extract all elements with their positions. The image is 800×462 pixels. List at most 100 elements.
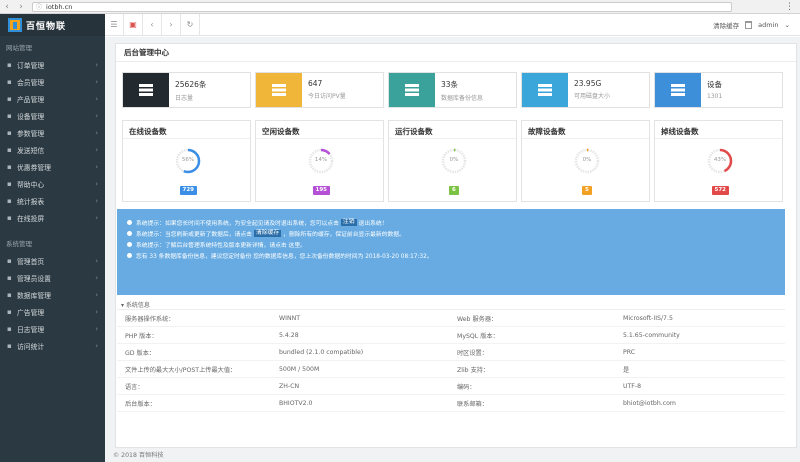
info-key: 后台版本： bbox=[125, 400, 156, 408]
sidebar-item[interactable]: ▪ 管理员设置 › bbox=[0, 269, 105, 286]
sidebar-item[interactable]: ▪ 在线投屏 › bbox=[0, 209, 105, 226]
chevron-right-icon: › bbox=[95, 94, 98, 103]
forward-icon[interactable]: › bbox=[14, 0, 28, 14]
chevron-right-icon: › bbox=[95, 213, 98, 222]
stat-label: 今日访问PV量 bbox=[308, 93, 346, 100]
sidebar-item[interactable]: ▪ 数据库管理 › bbox=[0, 286, 105, 303]
help-icon: ▪ bbox=[7, 179, 12, 188]
logout-link[interactable]: 注销 bbox=[340, 219, 357, 226]
sidebar-item[interactable]: ▪ 统计报表 › bbox=[0, 192, 105, 209]
refresh-icon[interactable]: ↻ bbox=[181, 20, 199, 29]
info-key: 文件上传的最大大小/POST上传最大值： bbox=[125, 366, 237, 374]
sidebar-item[interactable]: ▪ 访问统计 › bbox=[0, 337, 105, 354]
trash-icon[interactable] bbox=[745, 20, 753, 29]
bar-chart-icon bbox=[256, 73, 302, 107]
info-key: 时区设置： bbox=[457, 349, 488, 357]
info-key: MySQL 版本： bbox=[457, 332, 499, 340]
clear-cache-button[interactable]: 清除缓存 bbox=[253, 230, 282, 237]
device-card-title: 运行设备数 bbox=[389, 121, 516, 139]
chevron-right-icon: › bbox=[95, 196, 98, 205]
next-tab-icon[interactable]: › bbox=[162, 20, 180, 29]
sidebar-item[interactable]: ▪ 产品管理 › bbox=[0, 90, 105, 107]
sidebar-item[interactable]: ▪ 订单管理 › bbox=[0, 56, 105, 73]
notification-icon[interactable]: ▣ bbox=[124, 20, 142, 29]
sidebar-item-label: 帮助中心 bbox=[17, 180, 45, 189]
notice-line: 系统提示：当您刷新或更新了数据后，请点击 清除缓存 ，删除所有的缓存，保证前台显… bbox=[127, 228, 785, 239]
sidebar-item[interactable]: ▪ 帮助中心 › bbox=[0, 175, 105, 192]
sidebar-item-label: 订单管理 bbox=[17, 61, 45, 70]
device-count-badge: 5 bbox=[582, 186, 592, 195]
menu-toggle-icon[interactable]: ☰ bbox=[105, 20, 123, 29]
chevron-right-icon: › bbox=[95, 179, 98, 188]
chevron-right-icon: › bbox=[95, 145, 98, 154]
log-icon: ▪ bbox=[7, 324, 12, 333]
info-value: 是 bbox=[623, 366, 630, 374]
footer: © 2018 百恒科技 bbox=[105, 450, 800, 462]
stat-value: 23.95G bbox=[574, 79, 602, 88]
list-icon: ▪ bbox=[7, 60, 12, 69]
device-card-title: 空闲设备数 bbox=[256, 121, 383, 139]
sidebar-item[interactable]: ▪ 广告管理 › bbox=[0, 303, 105, 320]
address-bar[interactable]: ⓘ iotbh.cn bbox=[32, 1, 732, 12]
notice-line: 系统提示：了解后台管理系统特性及版本更新详情，请点击 这里。 bbox=[127, 239, 785, 250]
logo: 百恒物联 bbox=[0, 14, 105, 36]
device-percent: 56% bbox=[181, 157, 195, 163]
sidebar-section-title: 网站管理 bbox=[6, 44, 32, 52]
sidebar-item[interactable]: ▪ 设备管理 › bbox=[0, 107, 105, 124]
sidebar-menu-system: ▪ 管理首页 › ▪ 管理员设置 › ▪ 数据库管理 › ▪ 广告管理 › ▪ 日志管理 › ▪ 访问统计 › bbox=[0, 252, 105, 354]
info-key: Zlib 支持： bbox=[457, 366, 490, 374]
server-icon bbox=[123, 73, 169, 107]
back-icon[interactable]: ‹ bbox=[0, 0, 14, 14]
info-key: 服务器操作系统： bbox=[125, 315, 175, 323]
chevron-right-icon: › bbox=[95, 307, 98, 316]
user-name[interactable]: admin bbox=[758, 21, 778, 29]
sidebar-item[interactable]: ▪ 会员管理 › bbox=[0, 73, 105, 90]
clear-cache-link[interactable]: 清除缓存 bbox=[713, 20, 739, 30]
notice-bullet-icon bbox=[127, 231, 132, 236]
device-percent: 0% bbox=[449, 157, 459, 163]
sidebar-item-label: 优惠券管理 bbox=[17, 163, 51, 172]
joomla-icon bbox=[655, 73, 701, 107]
table-row: 后台版本： BHIOTV2.0 联系邮箱： bhiot@iotbh.com bbox=[117, 395, 785, 412]
sidebar-item[interactable]: ▪ 发送短信 › bbox=[0, 141, 105, 158]
info-value: BHIOTV2.0 bbox=[279, 399, 313, 407]
sidebar-item-label: 访问统计 bbox=[17, 342, 45, 351]
info-value: UTF-8 bbox=[623, 382, 642, 390]
chevron-down-icon[interactable]: ⌄ bbox=[785, 21, 790, 29]
chevron-right-icon: › bbox=[95, 324, 98, 333]
table-row: 服务器操作系统： WINNT Web 服务器： Microsoft-IIS/7.5 bbox=[117, 310, 785, 327]
info-value: bhiot@iotbh.com bbox=[623, 399, 676, 407]
sidebar-item[interactable]: ▪ 管理首页 › bbox=[0, 252, 105, 269]
info-value: 5.4.28 bbox=[279, 331, 299, 339]
device-icon: ▪ bbox=[7, 111, 12, 120]
chevron-right-icon: › bbox=[95, 273, 98, 282]
stat-value: 25626条 bbox=[175, 80, 207, 89]
sidebar-item-label: 产品管理 bbox=[17, 95, 45, 104]
device-cards-row: 在线设备数 56% 729 空闲设备数 14% 195 运行设备数 0% 6 故障设备数 0% 5 掉线… bbox=[122, 120, 783, 202]
admin-icon: ▪ bbox=[7, 273, 12, 282]
database-icon: ▪ bbox=[7, 290, 12, 299]
sidebar-item[interactable]: ▪ 日志管理 › bbox=[0, 320, 105, 337]
stat-card: 647 今日访问PV量 bbox=[255, 72, 384, 108]
home-icon: ▪ bbox=[7, 256, 12, 265]
sidebar-item-label: 数据库管理 bbox=[17, 291, 51, 300]
sidebar-item[interactable]: ▪ 优惠券管理 › bbox=[0, 158, 105, 175]
stat-card: 33条 数据库备份信息 bbox=[388, 72, 517, 108]
sidebar-item-label: 设备管理 bbox=[17, 112, 45, 121]
stat-label: 可用磁盘大小 bbox=[574, 93, 611, 100]
stats-icon: ▪ bbox=[7, 341, 12, 350]
info-key: 联系邮箱： bbox=[457, 400, 488, 408]
screen-icon: ▪ bbox=[7, 213, 12, 222]
device-percent: 0% bbox=[582, 157, 592, 163]
table-row: PHP 版本： 5.4.28 MySQL 版本： 5.1.65-community bbox=[117, 327, 785, 344]
sidebar-item-label: 在线投屏 bbox=[17, 214, 45, 223]
sidebar-item[interactable]: ▪ 参数管理 › bbox=[0, 124, 105, 141]
sidebar-item-label: 参数管理 bbox=[17, 129, 45, 138]
browser-menu-icon[interactable]: ⋮ bbox=[785, 2, 794, 12]
notice-bullet-icon bbox=[127, 242, 132, 247]
chevron-right-icon: › bbox=[95, 128, 98, 137]
info-key: 编码： bbox=[457, 383, 476, 391]
device-card-title: 在线设备数 bbox=[123, 121, 250, 139]
prev-tab-icon[interactable]: ‹ bbox=[143, 20, 161, 29]
sidebar-item-label: 管理首页 bbox=[17, 257, 45, 266]
